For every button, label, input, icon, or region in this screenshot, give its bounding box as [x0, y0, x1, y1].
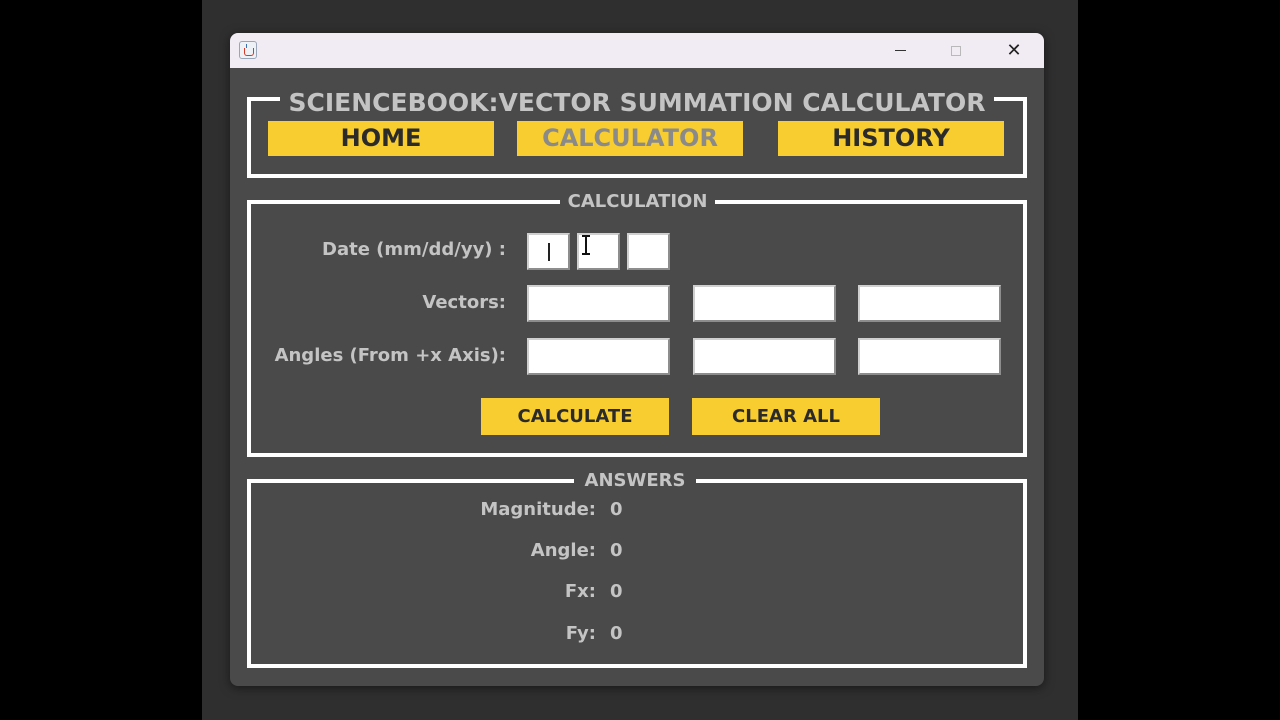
date-label: Date (mm/dd/yy) : [322, 239, 506, 260]
angle-1-input[interactable] [527, 338, 670, 375]
angle-3-input[interactable] [858, 338, 1001, 375]
minimize-icon [894, 50, 906, 51]
angle-label: Angle: [530, 540, 596, 561]
angle-value: 0 [610, 540, 623, 561]
maximize-button[interactable] [928, 33, 984, 68]
date-year-input[interactable] [627, 233, 670, 270]
clear-all-button[interactable]: CLEAR ALL [692, 398, 880, 435]
calculation-legend: CALCULATION [560, 191, 715, 213]
vector-1-input[interactable] [527, 285, 670, 322]
magnitude-label: Magnitude: [480, 499, 596, 520]
magnitude-value: 0 [610, 499, 623, 520]
angles-label: Angles (From +x Axis): [274, 345, 506, 366]
app-title: SCIENCEBOOK:VECTOR SUMMATION CALCULATOR [280, 86, 994, 120]
text-caret [548, 243, 550, 261]
maximize-icon [951, 45, 961, 56]
angle-2-input[interactable] [693, 338, 836, 375]
app-window: ✕ SCIENCEBOOK:VECTOR SUMMATION CALCULATO… [230, 33, 1044, 686]
nav-history-button[interactable]: HISTORY [778, 121, 1004, 156]
nav-calculator-button[interactable]: CALCULATOR [517, 121, 743, 156]
title-bar[interactable]: ✕ [230, 33, 1044, 68]
minimize-button[interactable] [872, 33, 928, 68]
java-cup-icon [239, 41, 257, 59]
vectors-label: Vectors: [422, 292, 506, 313]
nav-home-button[interactable]: HOME [268, 121, 494, 156]
fy-value: 0 [610, 623, 623, 644]
calculate-button[interactable]: CALCULATE [481, 398, 669, 435]
fx-label: Fx: [564, 581, 596, 602]
fy-label: Fy: [565, 623, 596, 644]
close-icon: ✕ [1006, 39, 1022, 61]
vector-3-input[interactable] [858, 285, 1001, 322]
vector-2-input[interactable] [693, 285, 836, 322]
fx-value: 0 [610, 581, 623, 602]
close-button[interactable]: ✕ [986, 33, 1042, 68]
answers-legend: ANSWERS [574, 470, 696, 492]
ibeam-cursor-icon [582, 235, 590, 255]
